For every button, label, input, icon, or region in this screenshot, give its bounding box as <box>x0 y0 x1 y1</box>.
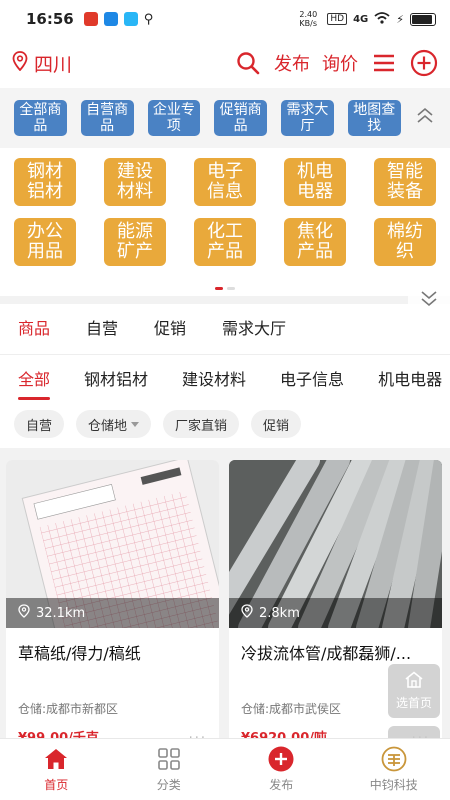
category-sub-tabs: 全部 钢材铝材 建设材料 电子信息 机电电器 <box>0 354 450 400</box>
product-title[interactable]: 冷拔流体管/成都磊狮/... <box>229 628 442 664</box>
status-notification-icons: ⚲ <box>83 11 154 27</box>
network-speed: 2.40 KB/s <box>299 10 318 28</box>
quick-nav-promotion[interactable]: 促销商品 <box>214 100 268 136</box>
subtab-electronics[interactable]: 电子信息 <box>280 366 344 390</box>
wifi-icon <box>374 11 390 27</box>
page-indicator <box>215 287 235 290</box>
charging-icon: ⚡ <box>396 12 404 26</box>
app-header: 四川 发布 询价 <box>0 38 450 88</box>
category-chemical[interactable]: 化工产品 <box>194 218 256 266</box>
status-bar: 16:56 ⚲ 2.40 KB/s HD 4G ⚡ <box>0 0 450 38</box>
quick-nav-self-operated[interactable]: 自营商品 <box>80 100 134 136</box>
category-coking[interactable]: 焦化产品 <box>284 218 346 266</box>
select-home-button[interactable]: 选首页 <box>388 664 440 718</box>
app-notification-icon <box>83 12 98 26</box>
subtab-building-materials[interactable]: 建设材料 <box>182 366 246 390</box>
publish-link[interactable]: 发布 <box>274 50 310 76</box>
tab-demand-hall[interactable]: 需求大厅 <box>222 315 286 343</box>
filter-self-operated[interactable]: 自营 <box>14 410 65 438</box>
nav-publish[interactable]: 发布 <box>225 739 338 800</box>
inquiry-link[interactable]: 询价 <box>322 50 358 76</box>
app-notification-icon <box>123 12 138 26</box>
nav-category-label: 分类 <box>156 778 181 792</box>
expand-down-icon[interactable] <box>408 268 450 328</box>
home-outline-icon <box>404 671 424 692</box>
product-title[interactable]: 草稿纸/得力/稿纸 <box>6 628 219 664</box>
dropdown-arrow-icon <box>131 421 140 427</box>
category-electromechanical[interactable]: 机电电器 <box>284 158 346 206</box>
hd-icon: HD <box>327 13 348 25</box>
status-time: 16:56 <box>26 10 74 28</box>
usb-icon: ⚲ <box>143 11 154 27</box>
collapse-up-icon[interactable] <box>415 106 442 130</box>
home-icon <box>43 746 69 772</box>
product-list: 32.1km 草稿纸/得力/稿纸 仓储:成都市新都区 ¥99.00/千克 ... <box>0 448 450 750</box>
signal-icon: 4G <box>353 13 369 25</box>
subtab-all[interactable]: 全部 <box>18 366 51 400</box>
select-home-label: 选首页 <box>395 696 432 710</box>
status-right: 2.40 KB/s HD 4G ⚡ <box>299 10 436 28</box>
bottom-nav: 首页 分类 发布 中钧科技 <box>0 738 450 800</box>
category-grid: 钢材铝材 建设材料 电子信息 机电电器 智能装备 办公用品 能源矿产 化工产品 … <box>0 148 450 328</box>
quick-nav-map-search[interactable]: 地图查找 <box>347 100 401 136</box>
quick-nav: 全部商品 自营商品 企业专项 促销商品 需求大厅 地图查找 <box>0 88 450 148</box>
nav-publish-label: 发布 <box>269 778 294 792</box>
nav-company-label: 中钧科技 <box>369 778 418 792</box>
location-pin-icon <box>18 604 30 622</box>
page-dot <box>227 287 235 290</box>
product-image-paper: 32.1km <box>6 460 219 628</box>
location-selector[interactable]: 四川 <box>12 50 72 77</box>
category-smart-equipment[interactable]: 智能装备 <box>374 158 436 206</box>
location-pin-icon <box>241 604 253 622</box>
filter-label: 仓储地 <box>88 418 128 434</box>
filter-factory-direct[interactable]: 厂家直销 <box>163 410 240 438</box>
subtab-electromechanical[interactable]: 机电电器 <box>378 366 442 390</box>
nav-home-label: 首页 <box>44 778 69 792</box>
page-dot-active <box>215 287 223 290</box>
quick-nav-all-goods[interactable]: 全部商品 <box>14 100 67 136</box>
tab-goods[interactable]: 商品 <box>18 315 50 343</box>
grid-icon <box>156 746 182 772</box>
tab-promotion[interactable]: 促销 <box>154 315 186 343</box>
main-tabs: 商品 自营 促销 需求大厅 <box>0 296 450 354</box>
search-icon[interactable] <box>234 49 262 77</box>
product-card[interactable]: 32.1km 草稿纸/得力/稿纸 仓储:成都市新都区 ¥99.00/千克 ... <box>6 460 219 750</box>
distance-text: 32.1km <box>36 605 86 621</box>
menu-icon[interactable] <box>370 49 398 77</box>
filter-label: 促销 <box>263 418 290 434</box>
category-steel-aluminum[interactable]: 钢材铝材 <box>14 158 76 206</box>
distance-badge: 32.1km <box>6 598 219 628</box>
location-label: 四川 <box>34 53 73 76</box>
category-building-materials[interactable]: 建设材料 <box>104 158 166 206</box>
product-warehouse: 仓储:成都市新都区 <box>18 702 119 716</box>
quick-nav-demand-hall[interactable]: 需求大厅 <box>281 100 334 136</box>
add-circle-icon[interactable] <box>410 49 438 77</box>
distance-badge: 2.8km <box>229 598 442 628</box>
category-energy-minerals[interactable]: 能源矿产 <box>104 218 166 266</box>
filter-warehouse-location[interactable]: 仓储地 <box>76 410 152 438</box>
filter-label: 厂家直销 <box>175 418 228 434</box>
product-image-pipes: 2.8km <box>229 460 442 628</box>
category-textile[interactable]: 棉纺织 <box>374 218 436 266</box>
subtab-steel-aluminum[interactable]: 钢材铝材 <box>84 366 148 390</box>
company-logo-icon <box>381 746 407 772</box>
message-notification-icon <box>103 12 118 26</box>
nav-home[interactable]: 首页 <box>0 739 113 800</box>
battery-icon <box>410 12 436 26</box>
quick-nav-enterprise[interactable]: 企业专项 <box>147 100 201 136</box>
location-pin-icon <box>12 50 28 76</box>
filter-bar: 自营 仓储地 厂家直销 促销 <box>0 400 450 448</box>
tab-self-operated[interactable]: 自营 <box>86 315 118 343</box>
filter-promotion[interactable]: 促销 <box>251 410 302 438</box>
nav-category[interactable]: 分类 <box>113 739 226 800</box>
nav-company[interactable]: 中钧科技 <box>338 739 450 800</box>
publish-plus-icon <box>268 746 294 772</box>
filter-label: 自营 <box>26 418 53 434</box>
category-electronics[interactable]: 电子信息 <box>194 158 256 206</box>
category-office-supplies[interactable]: 办公用品 <box>14 218 76 266</box>
distance-text: 2.8km <box>259 605 300 621</box>
